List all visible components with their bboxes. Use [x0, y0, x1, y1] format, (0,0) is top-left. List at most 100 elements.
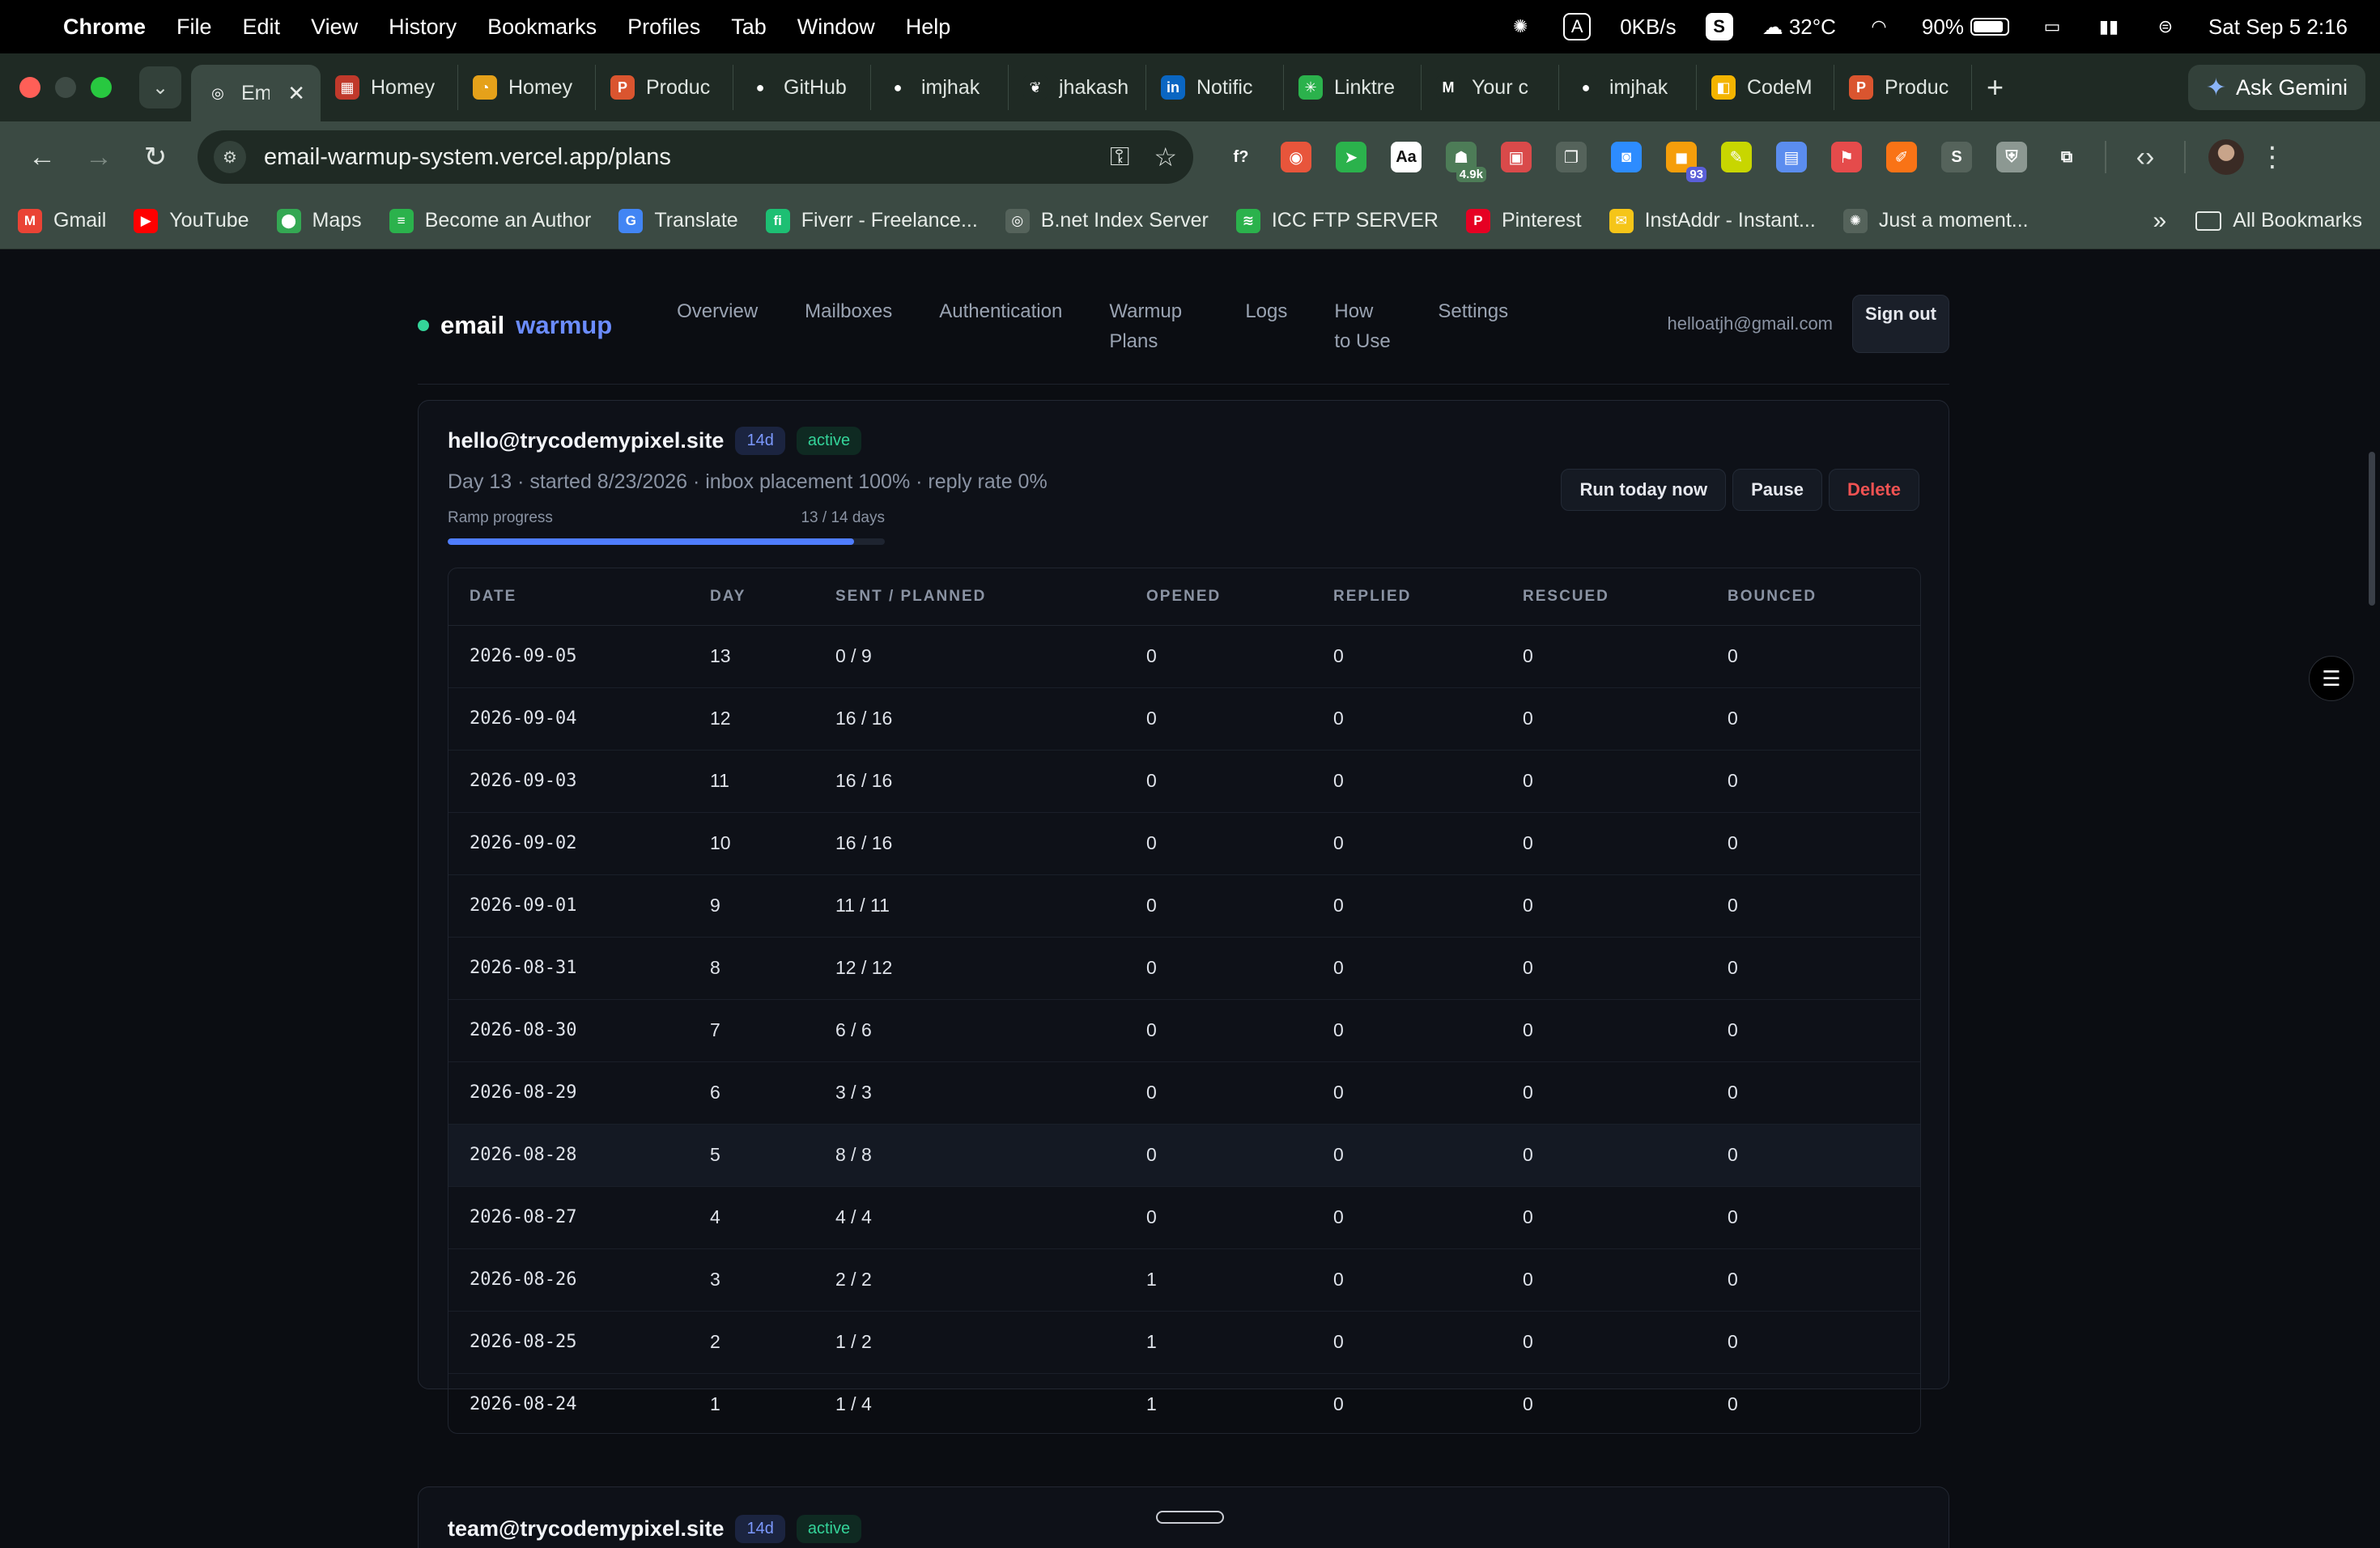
flag-ext-icon[interactable]: ⚑ [1831, 142, 1862, 172]
site-settings-icon[interactable]: ⚙ [214, 141, 246, 173]
delete-button[interactable]: Delete [1828, 469, 1919, 511]
chatgpt-status-icon[interactable]: ✺ [1507, 13, 1534, 40]
weather-status[interactable]: ☁ 32°C [1762, 15, 1836, 40]
clock[interactable]: Sat Sep 5 2:16 [2208, 15, 2348, 40]
address-url[interactable]: email-warmup-system.vercel.app/plans [264, 144, 1086, 171]
bookmark-item[interactable]: G Translate [618, 208, 738, 233]
new-tab-button[interactable]: + [1987, 70, 2004, 104]
browser-tab[interactable]: ▦ Homey [321, 65, 458, 110]
s-app-status-icon[interactable]: S [1705, 13, 1733, 40]
bookmark-item[interactable]: M Gmail [18, 208, 106, 233]
browser-tab[interactable]: ◔ Homey [458, 65, 596, 110]
close-window-button[interactable] [19, 77, 40, 98]
nav-overview[interactable]: Overview [677, 296, 758, 356]
tab-search-button[interactable]: ⌄ [139, 66, 181, 108]
green-arrow-ext-icon[interactable]: ➤ [1336, 142, 1366, 172]
profile-avatar[interactable] [2208, 139, 2244, 175]
wifi-icon[interactable]: ◠ [1865, 13, 1893, 40]
bookmark-item[interactable]: ✉ InstAddr - Instant... [1609, 208, 1816, 233]
browser-tab[interactable]: P Produc [596, 65, 733, 110]
counter-ext-icon[interactable]: ◼ 93 [1666, 142, 1706, 182]
s-ext-icon[interactable]: S [1941, 142, 1972, 172]
reload-button[interactable]: ↻ [133, 134, 178, 180]
control-center-icon[interactable]: ⊜ [2152, 13, 2179, 40]
bookmark-item[interactable]: ✺ Just a moment... [1842, 208, 2029, 233]
browser-tab[interactable]: M Your c [1422, 65, 1559, 110]
nav-how-to-use[interactable]: How to Use [1334, 296, 1391, 356]
save-ext-icon[interactable]: ▤ [1776, 142, 1807, 172]
sign-out-button[interactable]: Sign out [1852, 295, 1949, 353]
chrome-menu-icon[interactable]: ⋮ [2259, 141, 2286, 173]
bookmark-item[interactable]: ▶ YouTube [134, 208, 249, 233]
menu-app-name[interactable]: Chrome [63, 15, 146, 40]
menu-tab[interactable]: Tab [731, 15, 767, 40]
menu-window[interactable]: Window [797, 15, 875, 40]
browser-tab[interactable]: ✳ Linktre [1284, 65, 1422, 110]
bookmark-item[interactable]: ≡ Become an Author [389, 208, 591, 233]
browser-tab[interactable]: ◎ Em ✕ [191, 65, 321, 121]
devtools-code-icon[interactable]: ‹› [2123, 134, 2168, 180]
bookmark-star-icon[interactable]: ☆ [1154, 142, 1177, 172]
calendar-ext-icon[interactable]: ▣ [1501, 142, 1532, 172]
input-source-icon[interactable]: A [1563, 13, 1592, 40]
menu-file[interactable]: File [176, 15, 212, 40]
nav-settings[interactable]: Settings [1438, 296, 1508, 356]
display-icon[interactable]: ▭ [2038, 13, 2066, 40]
run-today-button[interactable]: Run today now [1561, 469, 1727, 511]
formula-ext-icon[interactable]: f? [1226, 142, 1256, 172]
zoom-window-button[interactable] [91, 77, 112, 98]
cell-day: 3 [689, 1248, 814, 1312]
menu-help[interactable]: Help [906, 15, 951, 40]
swirl-ext-icon[interactable]: ◉ [1281, 142, 1311, 172]
page-scrollbar[interactable] [2369, 452, 2375, 606]
menu-bookmarks[interactable]: Bookmarks [487, 15, 597, 40]
battery-status[interactable]: 90% [1922, 15, 2009, 40]
bookmark-item[interactable]: P Pinterest [1465, 208, 1582, 233]
menu-view[interactable]: View [311, 15, 358, 40]
forward-button[interactable]: → [76, 134, 121, 180]
menu-profiles[interactable]: Profiles [627, 15, 700, 40]
browser-tab[interactable]: ❦ jhakash [1009, 65, 1146, 110]
nav-mailboxes[interactable]: Mailboxes [805, 296, 892, 356]
browser-tab[interactable]: ● imjhak [1559, 65, 1697, 110]
bookmark-item[interactable]: ≋ ICC FTP SERVER [1235, 208, 1439, 233]
stats-icon[interactable]: ▮▮ [2095, 13, 2123, 40]
browser-tab[interactable]: in Notific [1146, 65, 1284, 110]
tab-title: Notific [1196, 75, 1253, 99]
zoom-ext-icon[interactable]: ◙ [1611, 142, 1642, 172]
back-button[interactable]: ← [19, 134, 65, 180]
highlighter-ext-icon[interactable]: ✎ [1721, 142, 1752, 172]
menu-history[interactable]: History [389, 15, 457, 40]
extension-glyph: ◼ [1674, 148, 1689, 167]
browser-tab[interactable]: ● GitHub [733, 65, 871, 110]
side-panel-toggle-icon[interactable]: ☰ [2309, 656, 2354, 701]
close-tab-icon[interactable]: ✕ [287, 81, 305, 106]
pen-ext-icon[interactable]: ✐ [1886, 142, 1917, 172]
bookmark-item[interactable]: fi Fiverr - Freelance... [765, 208, 978, 233]
browser-toolbar: ← → ↻ ⚙ email-warmup-system.vercel.app/p… [0, 121, 2380, 193]
password-key-icon[interactable]: ⚿ [1110, 142, 1129, 172]
app-logo[interactable]: email warmup [418, 311, 612, 340]
bookmark-item[interactable]: ◎ B.net Index Server [1005, 208, 1209, 233]
pages-ext-icon[interactable]: ❐ [1556, 142, 1587, 172]
menu-edit[interactable]: Edit [243, 15, 281, 40]
puzzle-ext-icon[interactable]: ⧉ [2051, 142, 2082, 172]
nav-warmup-plans[interactable]: Warmup Plans [1109, 296, 1198, 356]
bookmark-item[interactable]: ⬤ Maps [276, 208, 362, 233]
shield-ext-icon[interactable]: ⛨ [1996, 142, 2027, 172]
android-ext-icon[interactable]: ☗ 4.9k [1446, 142, 1486, 182]
minimize-window-button[interactable] [55, 77, 76, 98]
browser-tab[interactable]: P Produc [1834, 65, 1972, 110]
browser-tab[interactable]: ◧ CodeM [1697, 65, 1834, 110]
more-bookmarks-chevron-icon[interactable]: » [2153, 207, 2167, 235]
nav-logs[interactable]: Logs [1245, 296, 1287, 356]
address-bar[interactable]: ⚙ email-warmup-system.vercel.app/plans ⚿… [198, 130, 1193, 184]
dictionary-ext-icon[interactable]: Aa [1391, 142, 1422, 172]
browser-tab[interactable]: ● imjhak [871, 65, 1009, 110]
cell-day: 1 [689, 1373, 814, 1433]
all-bookmarks-button[interactable]: All Bookmarks [2195, 209, 2362, 232]
pause-button[interactable]: Pause [1732, 469, 1822, 511]
cell-replied: 0 [1312, 750, 1502, 813]
nav-authentication[interactable]: Authentication [939, 296, 1062, 356]
ask-gemini-button[interactable]: ✦ Ask Gemini [2187, 65, 2365, 110]
